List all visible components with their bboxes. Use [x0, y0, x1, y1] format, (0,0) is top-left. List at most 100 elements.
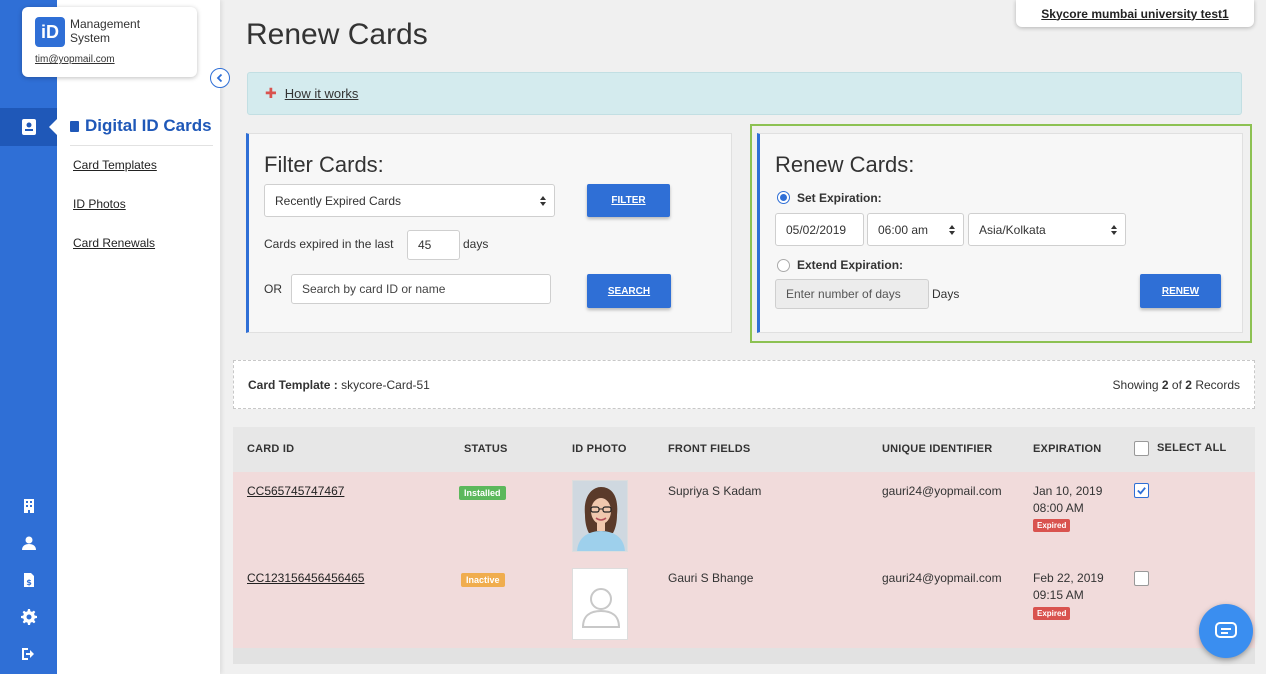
column-header-status[interactable]: STATUS [464, 443, 508, 455]
filter-panel: Filter Cards: Recently Expired Cards FIL… [246, 133, 732, 333]
collapse-sidebar-button[interactable] [210, 68, 230, 88]
status-badge: Installed [459, 486, 506, 500]
card-template-label: Card Template : [248, 377, 338, 392]
building-icon [23, 499, 34, 513]
expired-days-suffix: days [463, 237, 489, 251]
expired-badge: Expired [1033, 607, 1071, 620]
subnav-title: Digital ID Cards [70, 116, 212, 136]
records-total: 2 [1185, 377, 1192, 392]
table-row: CC123156456456465 Inactive Gauri S Bhang… [233, 560, 1255, 648]
card-template-bar: Card Template : skycore-Card-51 Showing … [233, 360, 1255, 409]
user-placeholder-icon [573, 569, 627, 639]
organization-selector[interactable]: Skycore mumbai university test1 [1016, 0, 1254, 27]
how-it-works-link[interactable]: How it works [285, 86, 359, 101]
page-title: Renew Cards [246, 18, 428, 51]
rail-item-users[interactable] [0, 535, 57, 551]
id-card-icon [21, 119, 36, 135]
records-showing-prefix: Showing [1112, 377, 1159, 392]
expiration-time-value: 08:00 AM [1033, 501, 1084, 515]
timezone-value: Asia/Kolkata [979, 222, 1046, 237]
plus-icon: ✚ [265, 85, 277, 101]
rail-item-logout[interactable] [0, 646, 57, 662]
card-id-link[interactable]: CC123156456456465 [247, 571, 364, 585]
unique-identifier-value: gauri24@yopmail.com [882, 484, 1002, 498]
front-fields-value: Gauri S Bhange [668, 571, 754, 585]
card-template-value: skycore-Card-51 [341, 377, 430, 392]
unique-identifier-value: gauri24@yopmail.com [882, 571, 1002, 585]
records-count: Showing 2 of 2 Records [1113, 378, 1240, 392]
user-email-link[interactable]: tim@yopmail.com [35, 54, 115, 65]
expiration-date-value: Feb 22, 2019 [1033, 571, 1104, 585]
or-label: OR [264, 282, 282, 296]
expired-days-prefix: Cards expired in the last [264, 237, 394, 251]
extend-days-input[interactable]: Enter number of days [775, 279, 929, 309]
rail-item-id-cards[interactable] [0, 108, 57, 146]
how-it-works-bar[interactable]: ✚ How it works [247, 72, 1242, 115]
status-badge: Inactive [461, 573, 505, 587]
sub-sidebar [57, 0, 220, 674]
subnav-item-card-templates[interactable]: Card Templates [73, 158, 157, 172]
user-icon [21, 536, 36, 550]
expiration-time-select[interactable]: 06:00 am [867, 213, 964, 246]
set-expiration-radio[interactable] [777, 191, 790, 204]
expired-days-input[interactable]: 45 [407, 230, 460, 260]
expired-badge: Expired [1033, 519, 1071, 532]
rail-item-organization[interactable] [0, 498, 57, 514]
chevron-left-icon [216, 73, 223, 83]
table-header: CARD ID STATUS ID PHOTO FRONT FIELDS UNI… [233, 427, 1255, 472]
column-header-id-photo[interactable]: ID PHOTO [572, 443, 627, 455]
front-fields-value: Supriya S Kadam [668, 484, 762, 498]
id-card-mini-icon [70, 120, 79, 132]
expiration-date-input[interactable]: 05/02/2019 [775, 213, 864, 246]
app-name: Management System [70, 17, 140, 45]
search-button[interactable]: SEARCH [587, 274, 671, 308]
row-select-checkbox[interactable] [1134, 571, 1149, 586]
select-all-checkbox[interactable] [1134, 441, 1149, 456]
search-input[interactable]: Search by card ID or name [291, 274, 551, 304]
id-photo-placeholder[interactable] [572, 568, 628, 640]
logo-card: iD Management System tim@yopmail.com [22, 7, 197, 77]
renew-heading: Renew Cards: [775, 152, 915, 177]
id-photo-thumbnail[interactable] [572, 480, 628, 552]
check-icon [1137, 487, 1146, 495]
chat-button[interactable] [1199, 604, 1253, 658]
filter-button[interactable]: FILTER [587, 184, 670, 217]
subnav-divider [70, 145, 213, 146]
filter-select-value: Recently Expired Cards [275, 193, 402, 208]
row-select-checkbox[interactable] [1134, 483, 1149, 498]
rail-item-billing[interactable]: $ [0, 572, 57, 588]
subnav-item-id-photos[interactable]: ID Photos [73, 197, 126, 211]
expiration-date-value: 05/02/2019 [786, 222, 847, 237]
extend-expiration-radio[interactable] [777, 259, 790, 272]
records-of: of [1171, 377, 1182, 392]
expiration-time-value: 09:15 AM [1033, 588, 1084, 602]
person-photo [573, 481, 627, 551]
select-caret-icon [540, 196, 546, 206]
subnav-title-text: Digital ID Cards [85, 116, 212, 135]
document-dollar-icon: $ [23, 573, 34, 587]
subnav-item-card-renewals[interactable]: Card Renewals [73, 236, 155, 250]
records-suffix: Records [1195, 377, 1240, 392]
renew-button[interactable]: RENEW [1140, 274, 1221, 308]
set-expiration-label: Set Expiration: [797, 191, 882, 205]
filter-heading: Filter Cards: [264, 152, 384, 177]
rail-item-settings[interactable] [0, 609, 57, 625]
filter-select[interactable]: Recently Expired Cards [264, 184, 555, 217]
table-footer [233, 648, 1255, 664]
search-input-placeholder: Search by card ID or name [302, 282, 446, 296]
column-header-unique-identifier[interactable]: UNIQUE IDENTIFIER [882, 443, 992, 455]
column-header-expiration[interactable]: EXPIRATION [1033, 443, 1101, 455]
records-showing-count: 2 [1161, 377, 1169, 392]
select-caret-icon [1111, 225, 1117, 235]
timezone-select[interactable]: Asia/Kolkata [968, 213, 1126, 246]
select-caret-icon [949, 225, 955, 235]
organization-name: Skycore mumbai university test1 [1041, 6, 1229, 21]
column-header-front-fields[interactable]: FRONT FIELDS [668, 443, 750, 455]
expiration-date-value: Jan 10, 2019 [1033, 484, 1103, 498]
column-header-card-id[interactable]: CARD ID [247, 443, 294, 455]
logout-icon [21, 648, 34, 660]
app-name-line2: System [70, 31, 111, 45]
card-template-info: Card Template : skycore-Card-51 [248, 378, 430, 392]
card-id-link[interactable]: CC565745747467 [247, 484, 344, 498]
app-logo: iD [35, 17, 65, 47]
